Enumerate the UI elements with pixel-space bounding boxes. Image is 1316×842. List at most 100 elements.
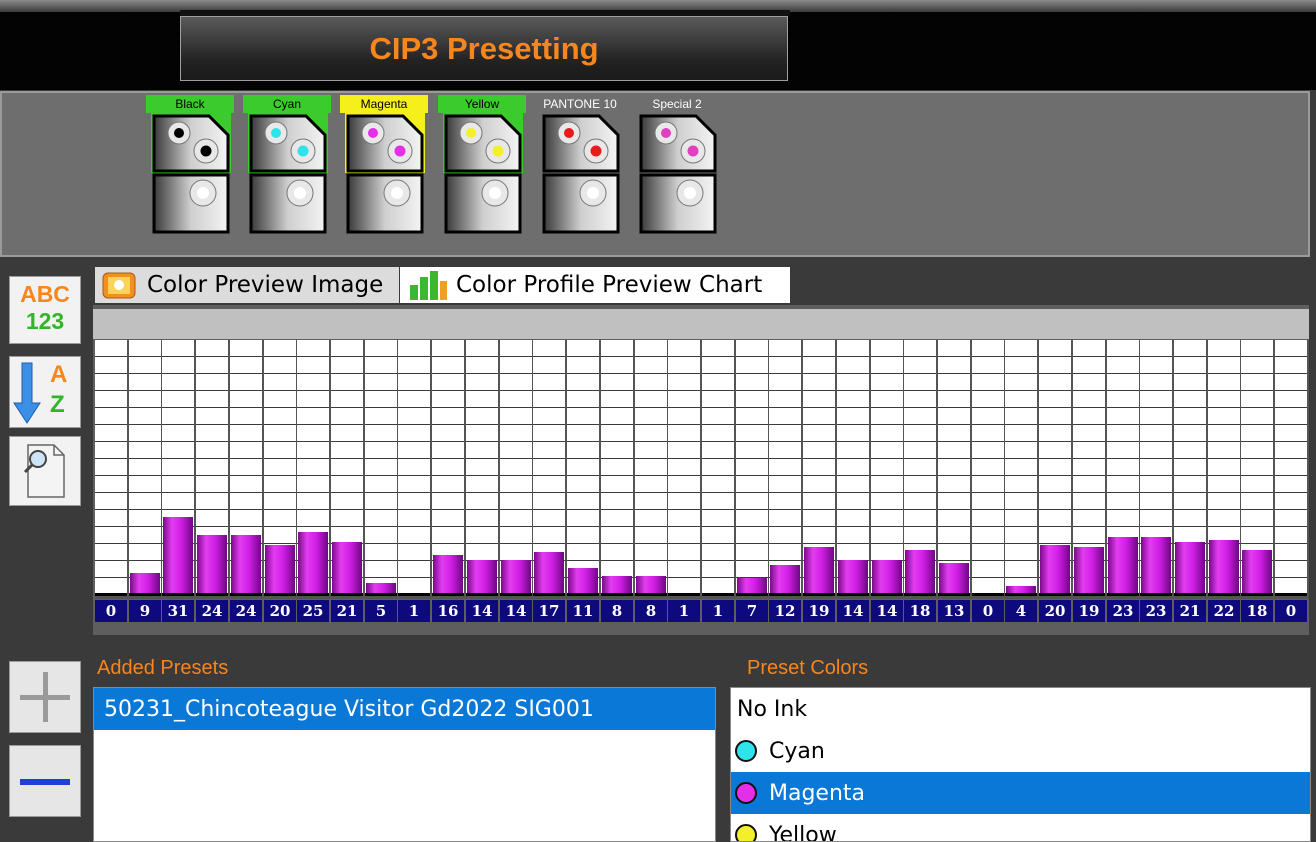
chart-bar-base [398, 593, 430, 596]
chart-bar-column[interactable] [1107, 340, 1139, 596]
chart-bar-base [938, 593, 970, 596]
tab-color-preview-image[interactable]: Color Preview Image [95, 267, 399, 303]
chart-bar-column[interactable] [803, 340, 835, 596]
chart-bar-column[interactable] [736, 340, 768, 596]
ink-unit-label: PANTONE 10 [536, 95, 624, 113]
chart-bar-column[interactable] [1039, 340, 1071, 596]
chart-bar-base [904, 593, 936, 596]
ink-unit-icon [638, 113, 718, 235]
chart-value-label: 22 [1208, 600, 1240, 622]
ink-unit-magenta[interactable]: Magenta [340, 95, 428, 235]
chart-value-label: 7 [736, 600, 768, 622]
chart-bar-column[interactable] [533, 340, 565, 596]
preset-color-item[interactable]: Magenta [731, 772, 1310, 814]
chart-value-label: 8 [635, 600, 667, 622]
text-number-toggle-button[interactable]: ABC 123 [9, 276, 81, 344]
ink-unit-icon [345, 113, 425, 235]
chart-bar-column[interactable] [95, 340, 127, 596]
chart-bar-column[interactable] [1005, 340, 1037, 596]
chart-bar-column[interactable] [601, 340, 633, 596]
chart-bar-base [1073, 593, 1105, 596]
chart-value-label: 14 [871, 600, 903, 622]
chart-bar-base [1174, 593, 1206, 596]
chart-value-label: 11 [567, 600, 599, 622]
chart-bar-column[interactable] [635, 340, 667, 596]
tab-label: Color Preview Image [147, 272, 383, 298]
ink-unit-pantone-10[interactable]: PANTONE 10 [536, 95, 624, 235]
chart-bar [332, 542, 362, 596]
tab-color-profile-preview-chart[interactable]: Color Profile Preview Chart [400, 267, 790, 303]
chart-value-label: 24 [196, 600, 228, 622]
chart-bar-column[interactable] [1275, 340, 1307, 596]
ink-unit-black[interactable]: Black [146, 95, 234, 235]
chart-bar-base [466, 593, 498, 596]
abc-label: ABC [10, 281, 80, 308]
ink-unit-icon [248, 113, 328, 235]
chart-bar-column[interactable] [297, 340, 329, 596]
chart-bar-column[interactable] [365, 340, 397, 596]
chart-bar [433, 555, 463, 596]
chart-bar-column[interactable] [230, 340, 262, 596]
image-icon [101, 270, 137, 300]
ink-unit-yellow[interactable]: Yellow [438, 95, 526, 235]
chart-bar-column[interactable] [668, 340, 700, 596]
chart-bar-column[interactable] [398, 340, 430, 596]
preset-color-item[interactable]: No Ink [731, 688, 1310, 730]
chart-value-label: 0 [1275, 600, 1307, 622]
preset-colors-list[interactable]: No InkCyanMagentaYellow [730, 687, 1311, 842]
chart-bar-column[interactable] [1174, 340, 1206, 596]
added-presets-list[interactable]: 50231_Chincoteague Visitor Gd2022 SIG001 [93, 687, 716, 842]
chart-bar [1242, 550, 1272, 596]
preview-document-button[interactable] [9, 436, 81, 506]
chart-bar-base [736, 593, 768, 596]
chart-bar-column[interactable] [466, 340, 498, 596]
chart-bar-column[interactable] [1208, 340, 1240, 596]
sort-az-button[interactable]: A Z [9, 356, 81, 428]
chart-bar-column[interactable] [938, 340, 970, 596]
add-preset-button[interactable] [9, 661, 81, 733]
preset-list-item[interactable]: 50231_Chincoteague Visitor Gd2022 SIG001 [94, 688, 715, 730]
color-swatch-icon [735, 782, 757, 804]
chart-value-label: 19 [803, 600, 835, 622]
ink-unit-special-2[interactable]: Special 2 [633, 95, 721, 235]
chart-bar-base [668, 593, 700, 596]
chart-bar-base [601, 593, 633, 596]
chart-bar-column[interactable] [162, 340, 194, 596]
bar-area [95, 340, 1309, 599]
chart-bar-column[interactable] [1073, 340, 1105, 596]
chart-value-label: 14 [500, 600, 532, 622]
ink-unit-cyan[interactable]: Cyan [243, 95, 331, 235]
chart-value-label: 9 [129, 600, 161, 622]
chart-bar-column[interactable] [871, 340, 903, 596]
chart-bar-column[interactable] [837, 340, 869, 596]
sort-z-letter: Z [50, 391, 65, 419]
chart-value-label: 23 [1107, 600, 1139, 622]
chart-bar [1141, 537, 1171, 596]
chart-bar-column[interactable] [196, 340, 228, 596]
chart-bar-column[interactable] [769, 340, 801, 596]
chart-bar-base [297, 593, 329, 596]
chart-bar-column[interactable] [567, 340, 599, 596]
preset-color-item[interactable]: Cyan [731, 730, 1310, 772]
chart-bar-base [769, 593, 801, 596]
remove-preset-button[interactable] [9, 745, 81, 817]
chart-bar-base [972, 593, 1004, 596]
chart-bar-base [871, 593, 903, 596]
chart-bar-column[interactable] [904, 340, 936, 596]
chart-bar-column[interactable] [1140, 340, 1172, 596]
chart-bar-column[interactable] [1241, 340, 1273, 596]
chart-bar-column[interactable] [500, 340, 532, 596]
chart-bar-column[interactable] [264, 340, 296, 596]
chart-bar-base [196, 593, 228, 596]
chart-bar-column[interactable] [972, 340, 1004, 596]
chart-bar [163, 517, 193, 596]
chart-bar-column[interactable] [702, 340, 734, 596]
chart-bar-column[interactable] [432, 340, 464, 596]
chart-bar-column[interactable] [129, 340, 161, 596]
chart-value-label: 0 [95, 600, 127, 622]
bar-chart-icon [408, 269, 448, 301]
ink-unit-label: Special 2 [633, 95, 721, 113]
chart-value-label: 8 [601, 600, 633, 622]
title-box-topline [180, 10, 790, 16]
chart-bar-column[interactable] [331, 340, 363, 596]
